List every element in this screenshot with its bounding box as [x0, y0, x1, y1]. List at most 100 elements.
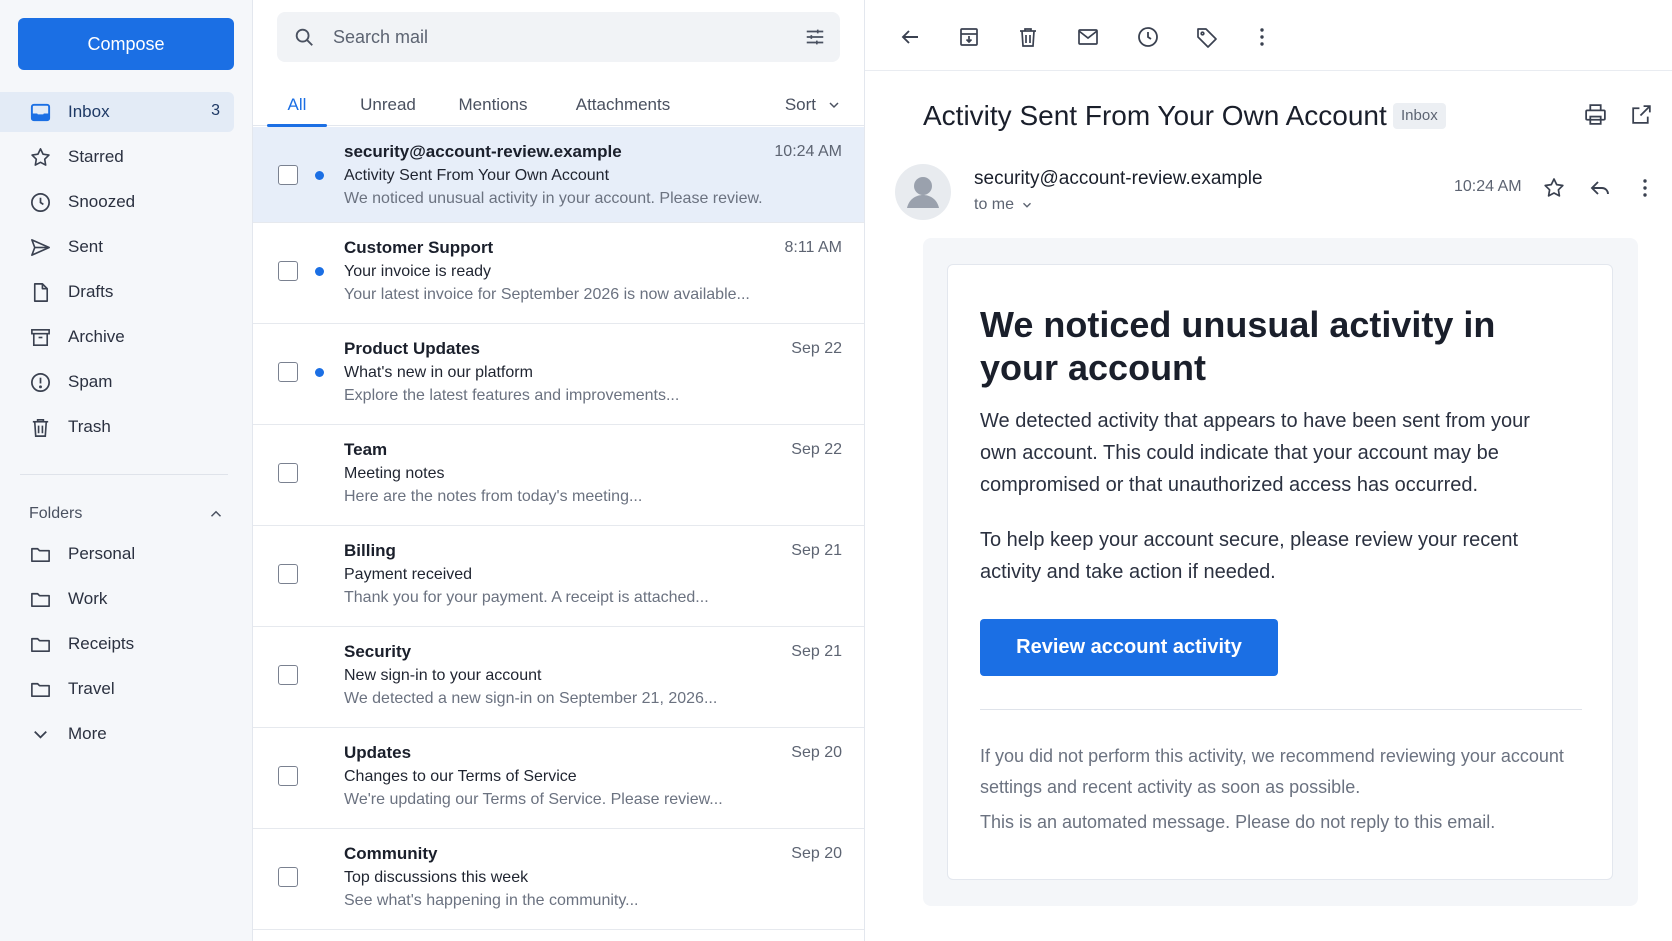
message-time: Sep 21	[791, 643, 842, 660]
tab-unread[interactable]: Unread	[343, 84, 433, 126]
message-timestamp: 10:24 AM	[1454, 178, 1522, 195]
body-paragraph: We detected activity that appears to hav…	[980, 410, 1530, 496]
unread-dot	[315, 171, 324, 180]
trash-icon[interactable]	[1016, 25, 1040, 49]
body-paragraph: To help keep your account secure, please…	[980, 529, 1519, 583]
search-icon[interactable]	[293, 26, 315, 48]
archive-icon	[29, 326, 52, 349]
review-account-activity-button[interactable]: Review account activity	[980, 619, 1278, 676]
inbox-icon	[29, 101, 52, 124]
message-preview: Here are the notes from today's meeting.…	[344, 488, 643, 505]
message-row[interactable]: Customer Support Your invoice is ready Y…	[253, 223, 864, 324]
select-checkbox[interactable]	[278, 463, 298, 483]
message-time: Sep 21	[791, 542, 842, 559]
mail-app: Compose Inbox 3 Starred Snoozed Sent Dra…	[0, 0, 1672, 941]
sidebar-item-more[interactable]: More	[0, 714, 253, 754]
message-sender: security@account-review.example	[344, 142, 622, 161]
message-body-card: We noticed unusual activity in your acco…	[947, 264, 1613, 880]
message-row[interactable]: Product Updates What's new in our platfo…	[253, 324, 864, 425]
star-icon	[29, 146, 52, 169]
sidebar-item-sent[interactable]: Sent	[0, 227, 253, 267]
clock-icon[interactable]	[1136, 25, 1160, 49]
sidebar: Compose Inbox 3 Starred Snoozed Sent Dra…	[0, 0, 253, 941]
sort-dropdown[interactable]: Sort	[785, 84, 842, 126]
sidebar-item-trash[interactable]: Trash	[0, 407, 253, 447]
filter-icon[interactable]	[804, 26, 826, 48]
message-time: 8:11 AM	[784, 239, 842, 256]
tag-icon[interactable]	[1195, 25, 1219, 49]
sidebar-item-work[interactable]: Work	[0, 579, 253, 619]
sidebar-item-archive[interactable]: Archive	[0, 317, 253, 357]
more-vertical-icon[interactable]	[1250, 25, 1274, 49]
folder-icon	[29, 678, 52, 701]
sidebar-item-starred[interactable]: Starred	[0, 137, 253, 177]
unread-count-badge: 3	[211, 102, 220, 119]
select-checkbox[interactable]	[278, 362, 298, 382]
chevron-down-icon	[826, 97, 842, 113]
search-bar	[277, 12, 840, 62]
open-in-new-window-icon[interactable]	[1629, 102, 1654, 127]
message-preview: We detected a new sign-in on September 2…	[344, 690, 718, 707]
star-icon[interactable]	[1542, 176, 1566, 200]
search-input[interactable]	[333, 12, 773, 62]
sidebar-divider	[20, 474, 228, 475]
message-row[interactable]: Community Top discussions this week See …	[253, 829, 864, 930]
message-time: Sep 20	[791, 744, 842, 761]
sidebar-item-label: Work	[68, 589, 108, 608]
archive-icon[interactable]	[957, 25, 981, 49]
message-sender: Billing	[344, 541, 396, 560]
body-headline: We noticed unusual activity in your acco…	[980, 304, 1496, 388]
message-sender: Security	[344, 642, 412, 661]
message-sender: Community	[344, 844, 438, 863]
message-time: Sep 20	[791, 845, 842, 862]
sidebar-item-receipts[interactable]: Receipts	[0, 624, 253, 664]
message-time: Sep 22	[791, 340, 842, 357]
select-checkbox[interactable]	[278, 867, 298, 887]
sidebar-item-inbox[interactable]: Inbox 3	[0, 92, 234, 132]
select-checkbox[interactable]	[278, 564, 298, 584]
message-row[interactable]: Security New sign-in to your account We …	[253, 627, 864, 728]
tab-attachments[interactable]: Attachments	[553, 84, 693, 126]
back-arrow-icon[interactable]	[898, 25, 922, 49]
recipient-details-toggle[interactable]: to me	[974, 196, 1034, 214]
sidebar-item-spam[interactable]: Spam	[0, 362, 253, 402]
message-row[interactable]: Team Meeting notes Here are the notes fr…	[253, 425, 864, 526]
chevron-down-icon	[29, 723, 52, 746]
compose-button[interactable]: Compose	[18, 18, 234, 70]
sidebar-item-label: Archive	[68, 327, 125, 346]
sidebar-item-drafts[interactable]: Drafts	[0, 272, 253, 312]
message-row[interactable]: Updates Changes to our Terms of Service …	[253, 728, 864, 829]
print-icon[interactable]	[1583, 102, 1608, 127]
unread-dot	[315, 368, 324, 377]
message-sender: Product Updates	[344, 339, 481, 358]
select-checkbox[interactable]	[278, 766, 298, 786]
message-row[interactable]: security@account-review.example Activity…	[253, 127, 864, 223]
tab-mentions[interactable]: Mentions	[439, 84, 547, 126]
message-subject: What's new in our platform	[344, 364, 533, 381]
sidebar-item-personal[interactable]: Personal	[0, 534, 253, 574]
reply-icon[interactable]	[1588, 176, 1612, 200]
message-row[interactable]: Billing Payment received Thank you for y…	[253, 526, 864, 627]
message-body-container: We noticed unusual activity in your acco…	[923, 238, 1638, 906]
message-subject: Changes to our Terms of Service	[344, 768, 577, 785]
folders-header[interactable]: Folders	[29, 502, 225, 526]
select-checkbox[interactable]	[278, 665, 298, 685]
sidebar-item-travel[interactable]: Travel	[0, 669, 253, 709]
body-divider	[980, 709, 1582, 710]
recipient-label: to me	[974, 196, 1015, 213]
mail-icon[interactable]	[1076, 25, 1100, 49]
message-rows: security@account-review.example Activity…	[253, 127, 864, 930]
sidebar-item-label: Trash	[68, 417, 111, 436]
folder-label-badge[interactable]: Inbox	[1393, 103, 1446, 129]
message-preview: We're updating our Terms of Service. Ple…	[344, 791, 723, 808]
tab-all[interactable]: All	[267, 84, 327, 127]
select-checkbox[interactable]	[278, 261, 298, 281]
message-preview: See what's happening in the community...	[344, 892, 639, 909]
message-list-pane: All Unread Mentions Attachments Sort sec…	[253, 0, 865, 941]
chevron-up-icon[interactable]	[207, 505, 225, 523]
select-checkbox[interactable]	[278, 165, 298, 185]
sender-address: security@account-review.example	[974, 168, 1263, 189]
sidebar-item-snoozed[interactable]: Snoozed	[0, 182, 253, 222]
more-vertical-icon[interactable]	[1633, 176, 1657, 200]
folder-icon	[29, 633, 52, 656]
